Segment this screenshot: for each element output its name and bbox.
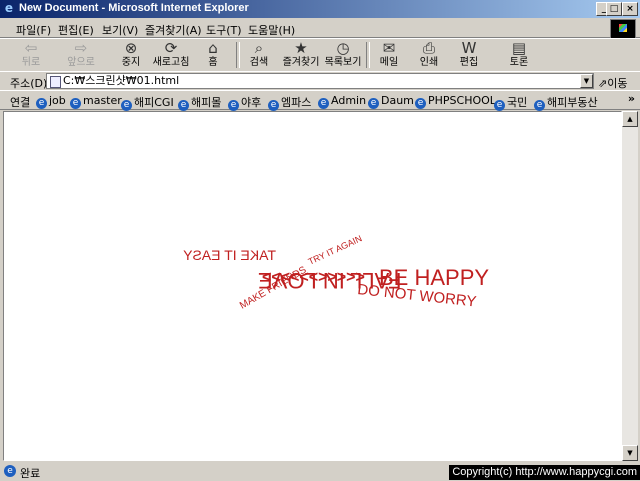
favorites-button[interactable]: ★ 즐겨찾기 bbox=[280, 39, 322, 71]
link-item[interactable]: e 야후 bbox=[228, 94, 261, 111]
back-arrow-icon: ⇦ bbox=[24, 39, 38, 57]
printer-icon: ⎙ bbox=[422, 39, 435, 57]
menu-bar: 파일(F) 편집(E) 보기(V) 즐겨찾기(A) 도구(T) 도움말(H) bbox=[0, 19, 640, 38]
discuss-icon: ▤ bbox=[511, 39, 527, 57]
links-bar: 연결 e job e master e 해피CGI e 해피몰 e 야후 e 엠파스 e Ad… bbox=[0, 90, 640, 111]
ie-page-icon: e bbox=[178, 100, 189, 111]
scroll-up-button[interactable]: ▲ bbox=[622, 111, 638, 127]
close-button[interactable]: × bbox=[622, 2, 638, 16]
take-it-easy-text: TAKE IT EASY bbox=[182, 247, 276, 263]
search-icon: ⌕ bbox=[254, 39, 264, 57]
ie-page-icon: e bbox=[4, 465, 16, 477]
go-button[interactable]: ⇗이동 bbox=[598, 75, 627, 91]
address-bar: 주소(D) C:₩스크린샷₩01.html ▼ ⇗이동 bbox=[0, 71, 640, 91]
copyright-banner: Copyright(c) http://www.happycgi.com bbox=[449, 465, 640, 480]
link-item[interactable]: e 엠파스 bbox=[268, 94, 311, 111]
ie-page-icon: e bbox=[228, 100, 239, 111]
ie-page-icon: e bbox=[36, 98, 47, 109]
ie-page-icon: e bbox=[268, 100, 279, 111]
back-button[interactable]: ⇦ 뒤로 bbox=[10, 39, 52, 71]
forward-arrow-icon: ⇨ bbox=[74, 39, 88, 57]
page-icon bbox=[50, 76, 61, 88]
home-button[interactable]: ⌂ 홈 bbox=[192, 39, 234, 71]
try-it-again-text: TRY IT AGAIN bbox=[307, 233, 364, 267]
ie-page-icon: e bbox=[494, 100, 505, 111]
link-item[interactable]: e Admin bbox=[318, 94, 366, 109]
ie-page-icon: e bbox=[368, 98, 379, 109]
link-item[interactable]: e 국민 bbox=[494, 94, 527, 111]
refresh-button[interactable]: ⟳ 새로고침 bbox=[150, 39, 192, 71]
menu-tools[interactable]: 도구(T) bbox=[206, 22, 242, 38]
mail-button[interactable]: ✉ 메일 bbox=[368, 39, 410, 71]
ie-page-icon: e bbox=[318, 98, 329, 109]
ie-page-icon: e bbox=[70, 98, 81, 109]
ie-logo-icon: e bbox=[4, 1, 14, 15]
search-button[interactable]: ⌕ 검색 bbox=[238, 39, 280, 71]
windows-logo-icon bbox=[610, 19, 636, 39]
address-dropdown-button[interactable]: ▼ bbox=[580, 74, 593, 88]
go-arrow-icon: ⇗ bbox=[598, 77, 608, 90]
home-icon: ⌂ bbox=[208, 39, 218, 57]
link-item[interactable]: e master bbox=[70, 94, 122, 109]
window-title: New Document - Microsoft Internet Explor… bbox=[19, 2, 249, 14]
link-item[interactable]: e 해피CGI bbox=[121, 94, 174, 111]
ie-page-icon: e bbox=[534, 100, 545, 111]
edit-button[interactable]: W 편집 bbox=[448, 39, 490, 71]
link-item[interactable]: e 해피부동산 bbox=[534, 94, 598, 111]
status-bar: e 완료 Copyright(c) http://www.happycgi.co… bbox=[0, 462, 640, 480]
print-button[interactable]: ⎙ 인쇄 bbox=[408, 39, 450, 71]
word-document-icon: W bbox=[461, 39, 477, 57]
link-item[interactable]: e job bbox=[36, 94, 66, 109]
history-button[interactable]: ◷ 목록보기 bbox=[322, 39, 364, 71]
link-item[interactable]: e Daum bbox=[368, 94, 414, 109]
address-value: C:₩스크린샷₩01.html bbox=[63, 74, 180, 87]
menu-file[interactable]: 파일(F) bbox=[16, 22, 51, 38]
title-bar: e New Document - Microsoft Internet Expl… bbox=[0, 0, 640, 18]
link-item[interactable]: e 해피몰 bbox=[178, 94, 221, 111]
status-text: 완료 bbox=[20, 467, 41, 480]
page-content: FALL IN LOVE TAKE IT EASY MAKE FRIENDS <… bbox=[3, 111, 622, 461]
refresh-icon: ⟳ bbox=[164, 39, 178, 57]
address-label: 주소(D) bbox=[10, 77, 48, 90]
menu-favorites[interactable]: 즐겨찾기(A) bbox=[145, 22, 202, 38]
wave-text-art: FALL IN LOVE TAKE IT EASY MAKE FRIENDS <… bbox=[182, 233, 489, 311]
favorites-folder-icon: ★ bbox=[294, 39, 308, 57]
menu-view[interactable]: 보기(V) bbox=[102, 22, 138, 38]
ie-page-icon: e bbox=[121, 100, 132, 111]
discuss-button[interactable]: ▤ 토론 bbox=[498, 39, 540, 71]
stop-icon: ⊗ bbox=[124, 39, 138, 57]
address-input[interactable]: C:₩스크린샷₩01.html bbox=[46, 73, 594, 89]
toolbar: ⇦ 뒤로 ⇨ 앞으로 ⊗ 중지 ⟳ 새로고침 ⌂ 홈 ⌕ 검색 ★ 즐겨찾기 ◷ 목록보기 ✉ 메… bbox=[0, 38, 640, 72]
stop-button[interactable]: ⊗ 중지 bbox=[110, 39, 152, 71]
links-more-icon[interactable]: » bbox=[628, 92, 635, 105]
mail-icon: ✉ bbox=[382, 39, 396, 57]
maximize-button[interactable]: □ bbox=[606, 2, 622, 16]
menu-help[interactable]: 도움말(H) bbox=[248, 22, 295, 38]
menu-edit[interactable]: 편집(E) bbox=[58, 22, 94, 38]
links-label: 연결 bbox=[10, 96, 31, 109]
ie-page-icon: e bbox=[415, 98, 426, 109]
history-icon: ◷ bbox=[336, 39, 350, 57]
scroll-down-button[interactable]: ▼ bbox=[622, 445, 638, 461]
link-item[interactable]: e PHPSCHOOL bbox=[415, 94, 496, 109]
vertical-scrollbar[interactable]: ▲ ▼ bbox=[622, 111, 638, 461]
forward-button[interactable]: ⇨ 앞으로 bbox=[60, 39, 102, 71]
arrows-text: <<<<<<>>>>> bbox=[262, 269, 365, 286]
